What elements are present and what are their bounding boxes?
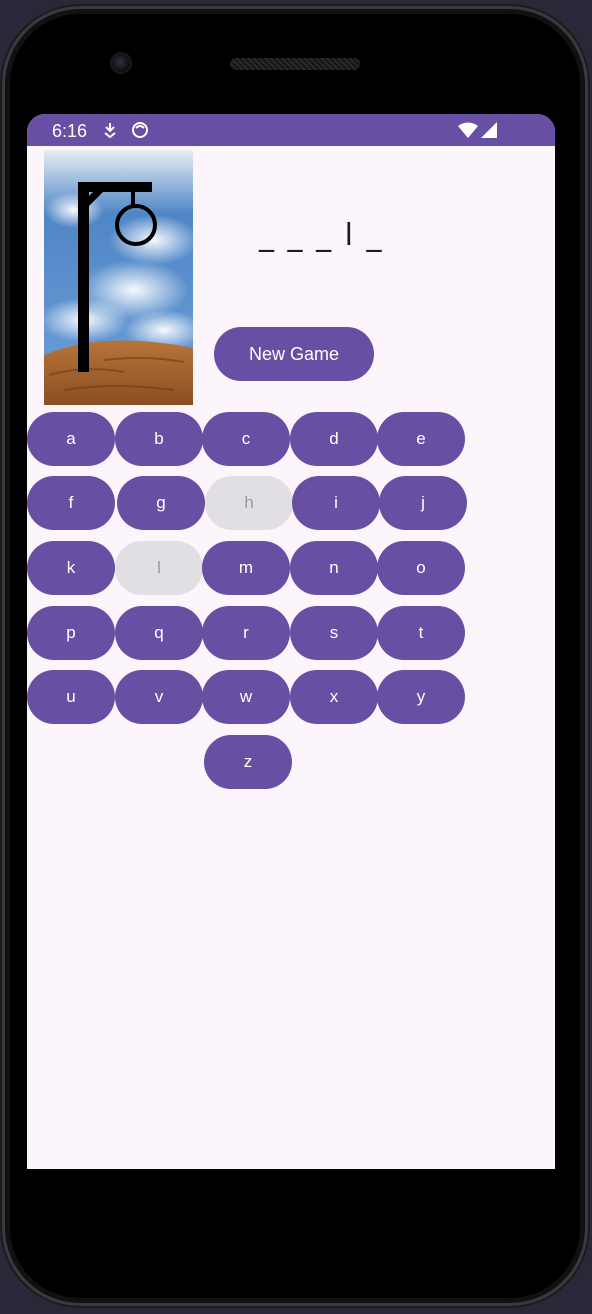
bottom-bezel [27,1169,555,1259]
letter-key-r[interactable]: r [202,606,290,660]
download-icon [103,121,117,144]
letter-key-o[interactable]: o [377,541,465,595]
wifi-icon [457,122,479,143]
letter-key-n[interactable]: n [290,541,378,595]
letter-key-y[interactable]: y [377,670,465,724]
letter-key-u[interactable]: u [27,670,115,724]
letter-key-v[interactable]: v [115,670,203,724]
letter-key-w[interactable]: w [202,670,290,724]
app-notification-icon [131,121,149,144]
status-bar: 6:16 [27,114,555,146]
letter-key-q[interactable]: q [115,606,203,660]
letter-key-l: l [115,541,203,595]
earpiece-speaker [230,58,360,70]
letter-key-e[interactable]: e [377,412,465,466]
letter-key-h: h [205,476,293,530]
letter-key-t[interactable]: t [377,606,465,660]
letter-key-z[interactable]: z [204,735,292,789]
letter-key-g[interactable]: g [117,476,205,530]
letter-key-p[interactable]: p [27,606,115,660]
letter-key-a[interactable]: a [27,412,115,466]
hangman-image [39,150,204,405]
letter-key-s[interactable]: s [290,606,378,660]
letter-key-m[interactable]: m [202,541,290,595]
status-time: 6:16 [52,121,88,141]
letter-key-i[interactable]: i [292,476,380,530]
new-game-button[interactable]: New Game [214,327,374,381]
letter-key-f[interactable]: f [27,476,115,530]
signal-icon [480,122,498,143]
word-display: _ _ _ l _ [259,218,384,253]
letter-key-b[interactable]: b [115,412,203,466]
letter-key-d[interactable]: d [290,412,378,466]
letter-key-c[interactable]: c [202,412,290,466]
letter-key-k[interactable]: k [27,541,115,595]
letter-key-j[interactable]: j [379,476,467,530]
app-screen: 6:16 _ _ _ l _ New Game a b c d e f g h … [27,114,555,1169]
front-camera [112,54,130,72]
letter-key-x[interactable]: x [290,670,378,724]
